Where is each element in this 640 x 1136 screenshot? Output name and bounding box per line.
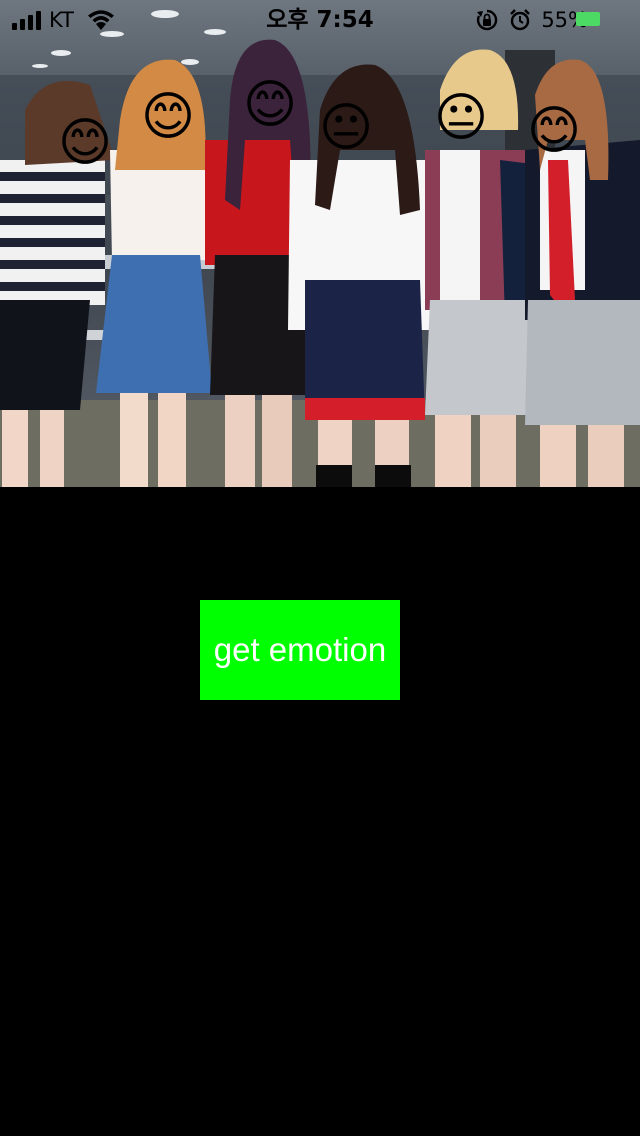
status-bar-right: 55%	[475, 7, 588, 33]
face-emoji-4: 😐	[319, 98, 373, 158]
face-emoji-6: 😊	[527, 101, 581, 161]
face-emoji-1: 😊	[58, 113, 112, 173]
group-photo: 😊 😊 😊 😐 😐 😊	[0, 0, 640, 487]
status-bar: KT 오후 7:54 55%	[0, 0, 640, 40]
get-emotion-button[interactable]: get emotion	[200, 600, 400, 700]
photo-illustration: 😊 😊 😊 😐 😐 😊	[0, 10, 640, 487]
battery-icon	[576, 12, 600, 26]
face-emoji-3: 😊	[243, 75, 297, 135]
app-screen: 😊 😊 😊 😐 😐 😊 KT 오후 7:54 55% get emotion	[0, 0, 640, 1136]
alarm-icon	[510, 9, 531, 31]
face-emoji-5: 😐	[434, 88, 488, 148]
face-emoji-2: 😊	[141, 87, 195, 147]
orientation-lock-icon	[477, 9, 498, 31]
